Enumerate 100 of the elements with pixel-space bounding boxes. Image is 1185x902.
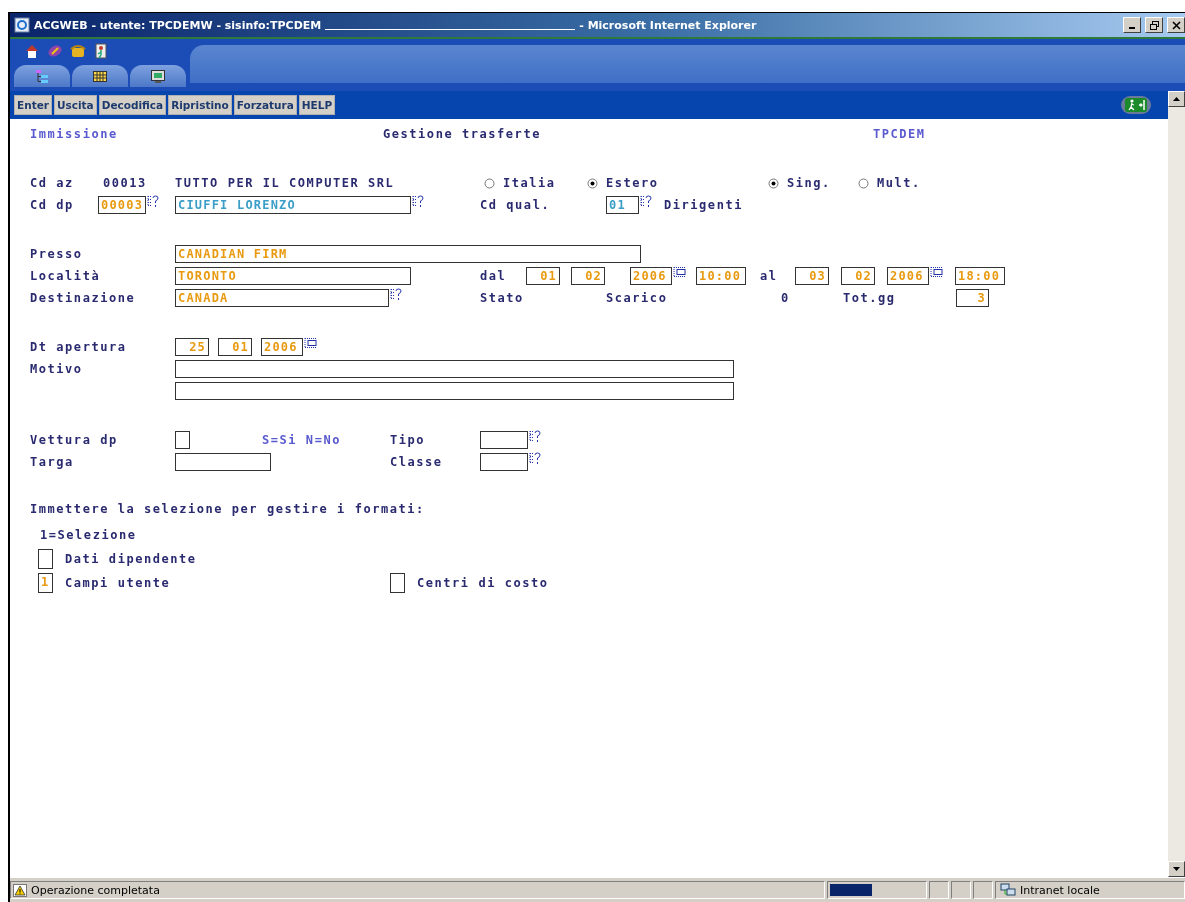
radio-button[interactable] bbox=[768, 177, 779, 189]
field-label: Scarico bbox=[606, 291, 668, 305]
phone-icon[interactable] bbox=[70, 43, 86, 59]
close-button[interactable] bbox=[1167, 17, 1185, 33]
field-label: Dt apertura bbox=[30, 340, 127, 354]
field-label: dal bbox=[480, 269, 507, 283]
input-field[interactable]: CANADIAN FIRM bbox=[175, 245, 641, 263]
input-field[interactable] bbox=[480, 431, 528, 449]
up-arrow-icon bbox=[1173, 97, 1180, 101]
restore-icon bbox=[1149, 20, 1159, 30]
input-field[interactable] bbox=[175, 453, 271, 471]
input-field[interactable]: 18:00 bbox=[955, 267, 1005, 285]
input-field[interactable]: 2006 bbox=[887, 267, 929, 285]
field-label: Targa bbox=[30, 455, 74, 469]
input-field[interactable]: 2006 bbox=[630, 267, 672, 285]
format-label: Centri di costo bbox=[417, 576, 549, 590]
format-label: Dati dipendente bbox=[65, 552, 197, 566]
input-field[interactable] bbox=[480, 453, 528, 471]
input-field[interactable]: 00003 bbox=[98, 196, 146, 214]
field-label: Presso bbox=[30, 247, 83, 261]
field-label: Destinazione bbox=[30, 291, 136, 305]
down-arrow-icon bbox=[1173, 867, 1180, 871]
scroll-down-button[interactable] bbox=[1168, 861, 1185, 877]
field-label: Cd qual. bbox=[480, 198, 551, 212]
radio-label: Mult. bbox=[877, 176, 921, 190]
input-field[interactable]: 25 bbox=[175, 338, 209, 356]
field-hint: S=Si N=No bbox=[262, 433, 341, 447]
input-field[interactable]: 03 bbox=[795, 267, 829, 285]
field-label: Tipo bbox=[390, 433, 426, 447]
screen-title: Gestione trasferte bbox=[383, 127, 541, 141]
status-message: Operazione completata bbox=[31, 883, 160, 897]
input-field[interactable]: 01 bbox=[606, 196, 639, 214]
minimize-icon bbox=[1129, 27, 1135, 29]
field-label: Stato bbox=[480, 291, 524, 305]
input-field[interactable]: 01 bbox=[526, 267, 560, 285]
restore-button[interactable] bbox=[1145, 17, 1163, 33]
toolbar-tab[interactable] bbox=[130, 65, 186, 87]
field-label: Classe bbox=[390, 455, 443, 469]
company-code: 00013 bbox=[103, 176, 147, 190]
minimize-button[interactable] bbox=[1123, 17, 1141, 33]
lookup-icon[interactable] bbox=[529, 430, 541, 443]
input-field[interactable] bbox=[390, 573, 405, 593]
mode-label: Immissione bbox=[30, 127, 118, 141]
toolbar-tab[interactable] bbox=[14, 65, 70, 87]
program-name: TPCDEM bbox=[873, 127, 926, 141]
qualification-description: Dirigenti bbox=[664, 198, 743, 212]
calendar-icon[interactable] bbox=[673, 266, 687, 278]
radio-label: Italia bbox=[503, 176, 556, 190]
calendar-icon[interactable] bbox=[930, 266, 944, 278]
command-button[interactable]: Forzatura bbox=[233, 95, 297, 115]
toolbar-tab[interactable] bbox=[72, 65, 128, 87]
input-field[interactable]: TORONTO bbox=[175, 267, 411, 285]
exit-door-icon[interactable] bbox=[93, 43, 109, 59]
lookup-icon[interactable] bbox=[390, 288, 402, 301]
command-button[interactable]: HELP bbox=[298, 95, 336, 115]
input-field[interactable]: 02 bbox=[841, 267, 875, 285]
calendar-icon[interactable] bbox=[304, 337, 318, 349]
radio-button[interactable] bbox=[587, 177, 598, 189]
input-field[interactable]: 02 bbox=[571, 267, 605, 285]
exit-button[interactable] bbox=[1121, 96, 1151, 114]
input-field[interactable]: 10:00 bbox=[696, 267, 746, 285]
input-field[interactable]: 1 bbox=[38, 573, 53, 593]
field-label: Località bbox=[30, 269, 101, 283]
vertical-scrollbar[interactable] bbox=[1168, 91, 1185, 877]
command-button[interactable]: Decodifica bbox=[98, 95, 167, 115]
field-label: Cd az bbox=[30, 176, 74, 190]
radio-button[interactable] bbox=[858, 177, 869, 189]
input-field[interactable]: 2006 bbox=[261, 338, 303, 356]
radio-button[interactable] bbox=[484, 177, 495, 189]
input-field[interactable] bbox=[175, 360, 734, 378]
format-label: Campi utente bbox=[65, 576, 171, 590]
network-icon bbox=[1000, 883, 1016, 897]
input-field[interactable] bbox=[175, 431, 190, 449]
lookup-icon[interactable] bbox=[640, 195, 652, 208]
browser-icon bbox=[14, 17, 30, 33]
home-icon[interactable] bbox=[24, 43, 40, 59]
app-name: - Microsoft Internet Explorer bbox=[579, 18, 757, 32]
command-button[interactable]: Enter bbox=[14, 95, 52, 115]
selection-prompt: Immettere la selezione per gestire i formati: bbox=[30, 502, 425, 516]
scroll-up-button[interactable] bbox=[1168, 91, 1185, 107]
input-field[interactable] bbox=[38, 549, 53, 569]
input-field[interactable]: 3 bbox=[956, 289, 989, 307]
field-label: Cd dp bbox=[30, 198, 74, 212]
lookup-icon[interactable] bbox=[412, 195, 424, 208]
command-button[interactable]: Uscita bbox=[53, 95, 97, 115]
lookup-icon[interactable] bbox=[529, 452, 541, 465]
input-field[interactable]: CANADA bbox=[175, 289, 389, 307]
field-label: Motivo bbox=[30, 362, 83, 376]
company-name: TUTTO PER IL COMPUTER SRL bbox=[175, 176, 395, 190]
lookup-icon[interactable] bbox=[147, 195, 159, 208]
security-zone: Intranet locale bbox=[1020, 883, 1100, 897]
pen-icon[interactable] bbox=[47, 43, 63, 59]
monitor-icon bbox=[151, 69, 165, 83]
input-field[interactable]: 01 bbox=[218, 338, 252, 356]
running-man-icon bbox=[1125, 98, 1147, 112]
scarico-value: 0 bbox=[781, 291, 790, 305]
command-button[interactable]: Ripristino bbox=[168, 95, 232, 115]
close-icon bbox=[1171, 20, 1181, 30]
input-field[interactable] bbox=[175, 382, 734, 400]
input-field[interactable]: CIUFFI LORENZO bbox=[175, 196, 411, 214]
